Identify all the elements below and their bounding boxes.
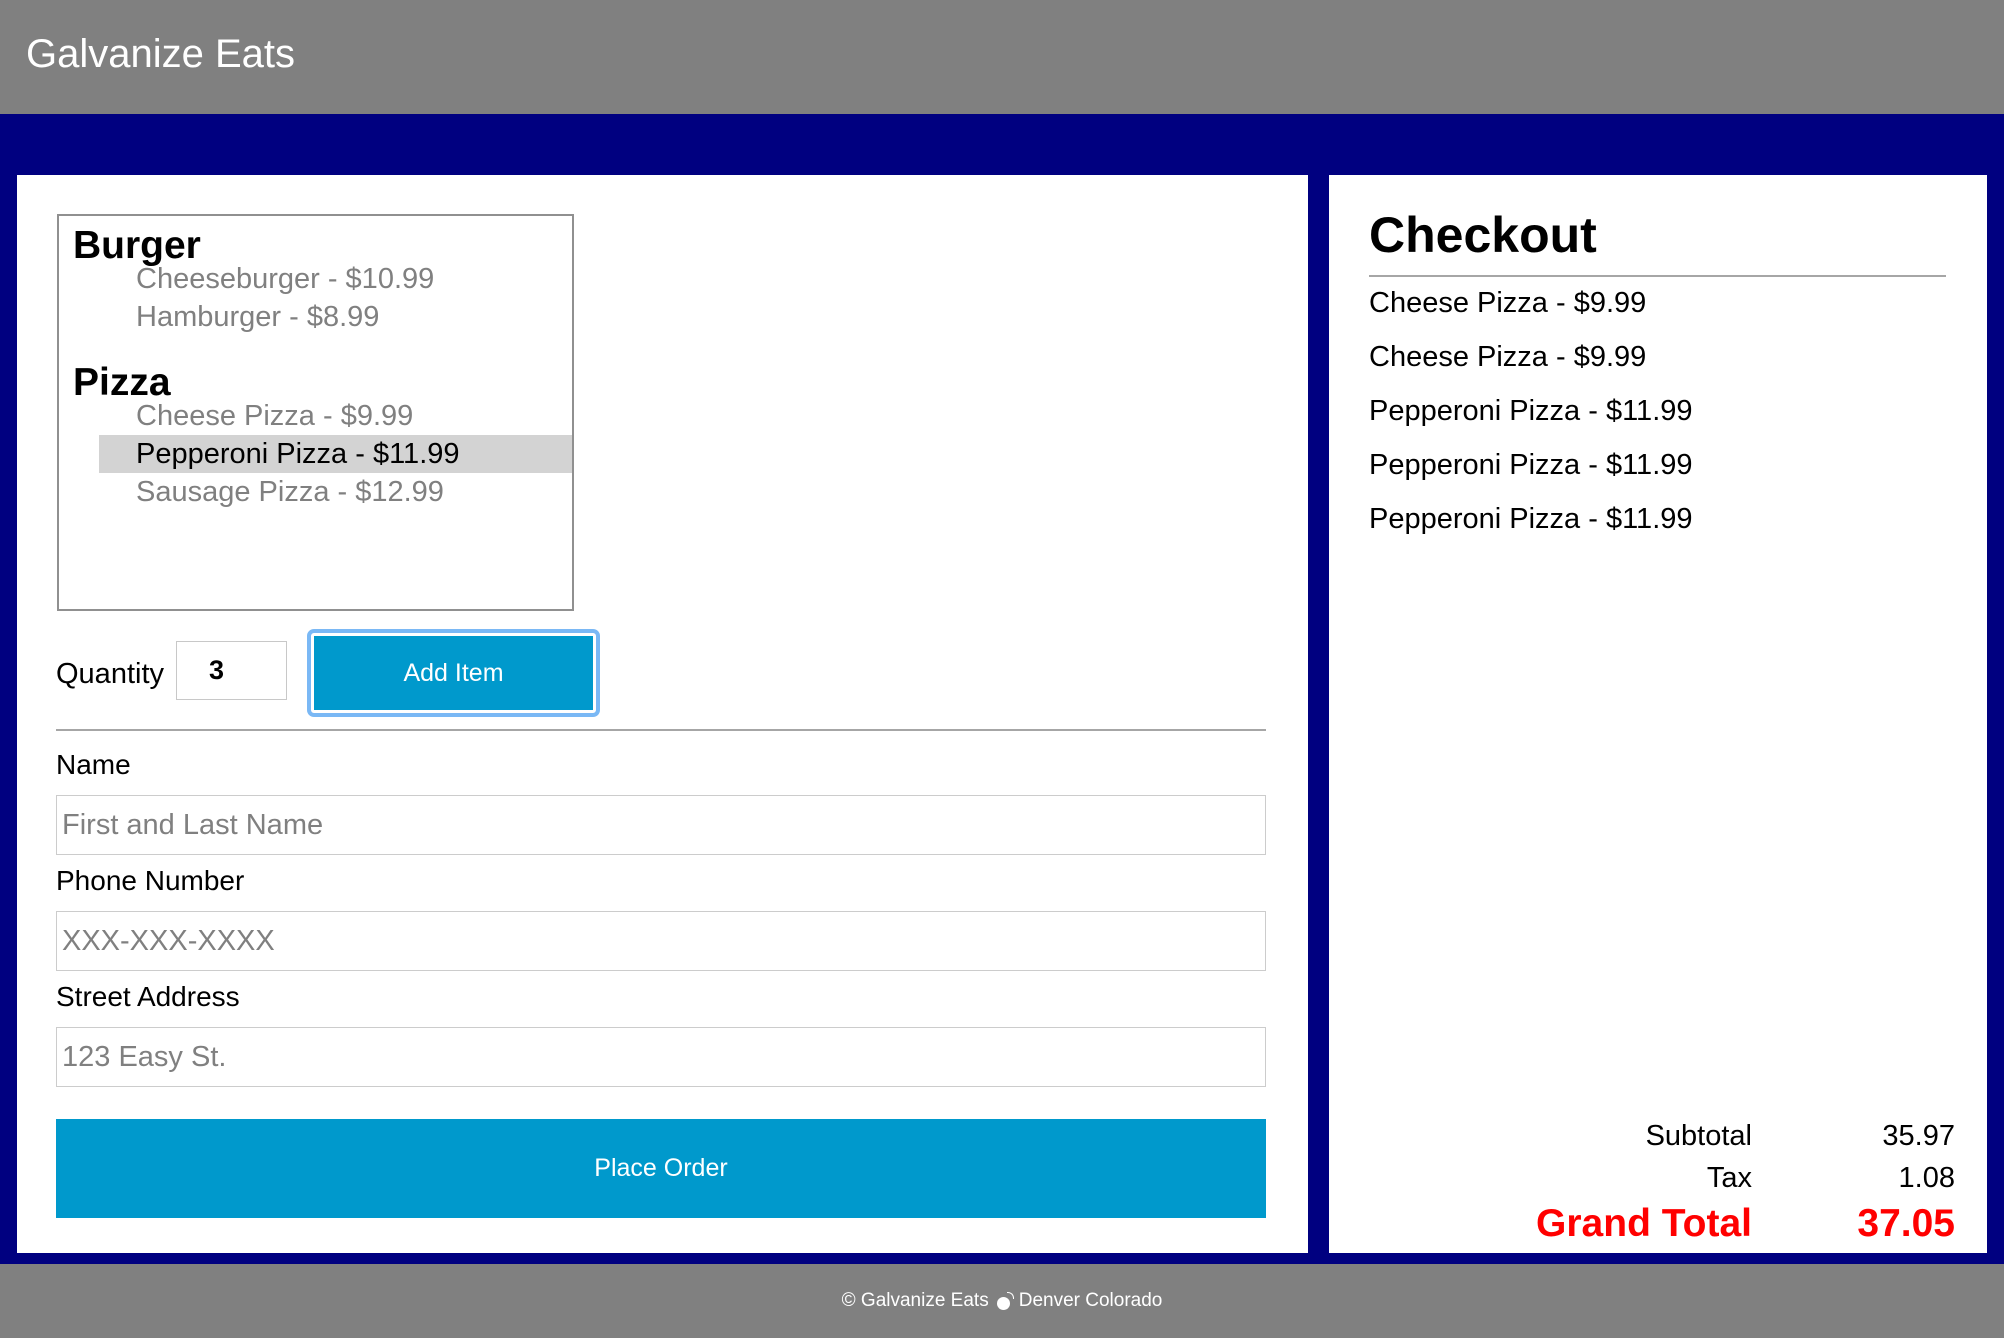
grand-total-label: Grand Total <box>1536 1202 1752 1245</box>
footer-copyright: © Galvanize Eats <box>841 1290 989 1311</box>
phone-field[interactable] <box>56 911 1266 971</box>
place-order-button[interactable]: Place Order <box>56 1119 1266 1218</box>
name-field[interactable] <box>56 795 1266 855</box>
app-header: Galvanize Eats <box>0 0 2004 114</box>
order-panel: Burger Cheeseburger - $10.99 Hamburger -… <box>17 175 1308 1253</box>
checkout-title: Checkout <box>1369 207 1597 263</box>
tax-label: Tax <box>1706 1162 1752 1194</box>
name-label: Name <box>56 749 131 780</box>
menu-option-pepperoni-pizza[interactable]: Pepperoni Pizza - $11.99 <box>99 435 572 473</box>
subtotal-label: Subtotal <box>1645 1120 1752 1152</box>
subtotal-value: 35.97 <box>1882 1120 1955 1152</box>
menu-option-sausage-pizza[interactable]: Sausage Pizza - $12.99 <box>99 473 572 511</box>
menu-listbox[interactable]: Burger Cheeseburger - $10.99 Hamburger -… <box>57 214 574 611</box>
quantity-label: Quantity <box>56 658 164 690</box>
footer-location: Denver Colorado <box>1018 1290 1163 1311</box>
phone-label: Phone Number <box>56 865 245 896</box>
checkout-panel: Checkout Cheese Pizza - $9.99 Cheese Piz… <box>1329 175 1987 1253</box>
form-divider <box>56 729 1266 731</box>
menu-option-hamburger[interactable]: Hamburger - $8.99 <box>99 298 572 336</box>
address-field[interactable] <box>56 1027 1266 1087</box>
menu-option-cheeseburger[interactable]: Cheeseburger - $10.99 <box>99 260 572 298</box>
quantity-input[interactable] <box>176 641 287 700</box>
order-line-item: Pepperoni Pizza - $11.99 <box>1369 395 1693 427</box>
order-line-item: Pepperoni Pizza - $11.99 <box>1369 503 1693 535</box>
tax-value: 1.08 <box>1898 1162 1955 1194</box>
app-title: Galvanize Eats <box>26 32 296 76</box>
grand-total-value: 37.05 <box>1857 1202 1955 1245</box>
bomb-icon <box>996 1292 1014 1310</box>
menu-option-cheese-pizza[interactable]: Cheese Pizza - $9.99 <box>99 397 572 435</box>
app-footer: © Galvanize Eats Denver Colorado <box>0 1264 2004 1338</box>
order-line-item: Cheese Pizza - $9.99 <box>1369 287 1647 319</box>
order-line-item: Cheese Pizza - $9.99 <box>1369 341 1647 373</box>
order-line-item: Pepperoni Pizza - $11.99 <box>1369 449 1693 481</box>
address-label: Street Address <box>56 981 240 1012</box>
checkout-divider <box>1369 275 1946 277</box>
add-item-button[interactable]: Add Item <box>307 629 600 717</box>
